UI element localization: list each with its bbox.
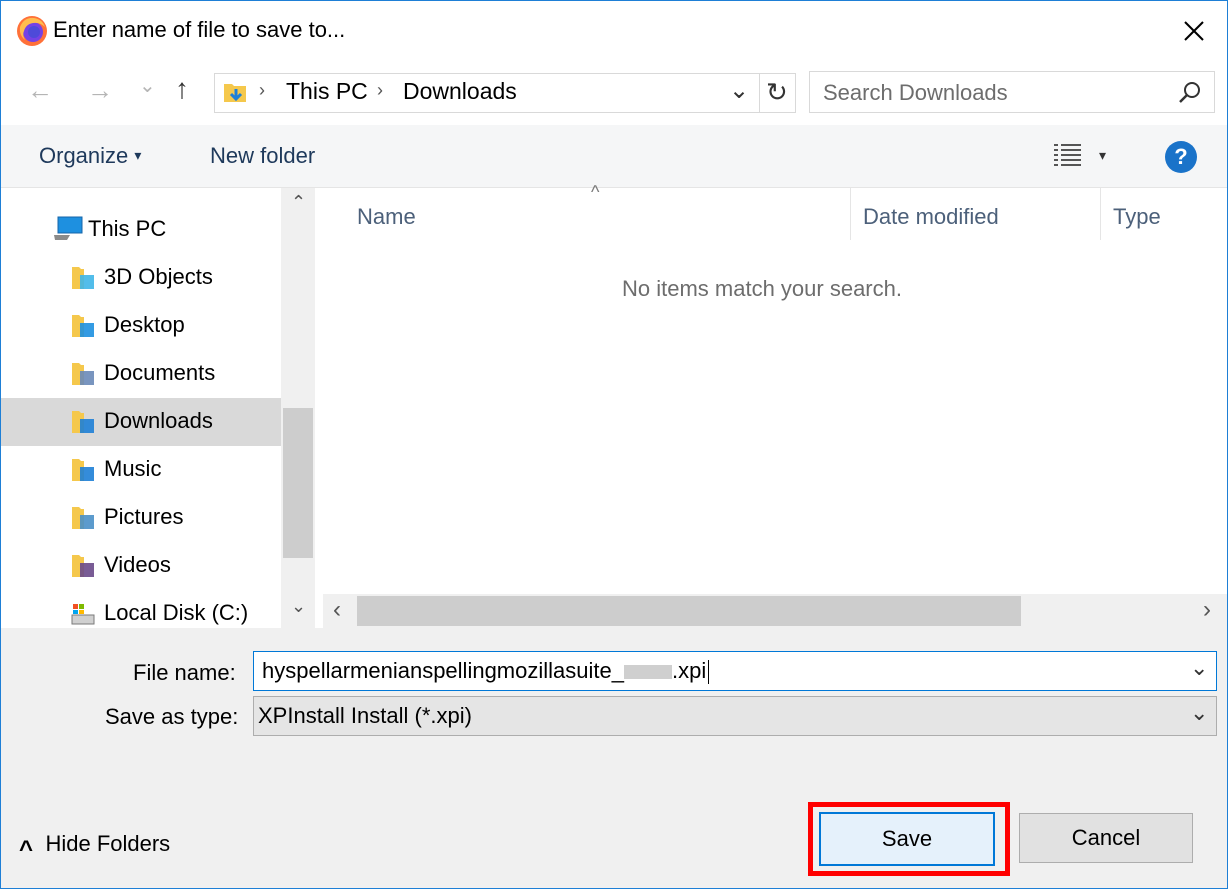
documents-folder-icon bbox=[72, 363, 94, 385]
sidebar-item-downloads[interactable]: Downloads bbox=[1, 398, 281, 446]
dialog-title: Enter name of file to save to... bbox=[53, 17, 346, 42]
scroll-right-icon[interactable]: › bbox=[1203, 596, 1211, 624]
address-bar[interactable]: › This PC › Downloads ⌄ ↻ bbox=[214, 73, 796, 113]
chevron-down-icon: ⌄ bbox=[139, 75, 156, 97]
downloads-folder-icon bbox=[224, 84, 246, 102]
sidebar-item-label: Local Disk (C:) bbox=[104, 600, 249, 625]
file-name-combobox[interactable]: hyspellarmenianspellingmozillasuite_ .xpi… bbox=[253, 651, 1217, 691]
scrollbar-thumb[interactable] bbox=[357, 596, 1021, 626]
recent-locations-button[interactable]: ⌄ bbox=[139, 73, 156, 98]
save-button[interactable]: Save bbox=[819, 812, 995, 866]
save-as-type-label: Save as type: bbox=[105, 704, 239, 729]
firefox-icon bbox=[17, 16, 47, 46]
divider bbox=[759, 74, 760, 112]
close-icon bbox=[1184, 21, 1204, 41]
scroll-left-icon[interactable]: ‹ bbox=[333, 596, 341, 624]
sidebar-item-local-disk-c[interactable]: Local Disk (C:) bbox=[1, 590, 281, 638]
cancel-button[interactable]: Cancel bbox=[1019, 813, 1193, 863]
save-as-type-value: XPInstall Install (*.xpi) bbox=[258, 703, 472, 728]
breadcrumb-separator-icon: › bbox=[377, 80, 383, 100]
search-input[interactable]: Search Downloads bbox=[823, 80, 1008, 106]
sidebar-item-documents[interactable]: Documents bbox=[1, 350, 281, 398]
sidebar-item-music[interactable]: Music bbox=[1, 446, 281, 494]
videos-folder-icon bbox=[72, 555, 94, 577]
forward-arrow-icon: → bbox=[87, 75, 113, 105]
chevron-up-icon: ^ bbox=[19, 836, 34, 863]
chevron-down-icon[interactable]: ⌄ bbox=[1190, 700, 1208, 726]
file-name-extension: .xpi bbox=[671, 658, 707, 683]
help-icon: ? bbox=[1174, 144, 1188, 169]
help-button[interactable]: ? bbox=[1165, 141, 1197, 173]
save-as-type-select[interactable]: XPInstall Install (*.xpi) ⌄ bbox=[253, 696, 1217, 736]
back-button[interactable]: ← bbox=[27, 75, 53, 106]
sidebar-item-label: Desktop bbox=[104, 312, 185, 337]
title-bar: Enter name of file to save to... bbox=[1, 1, 1227, 63]
file-list: ^ Name Date modified Type No items match… bbox=[317, 182, 1227, 628]
this-pc-icon bbox=[54, 216, 83, 240]
file-name-label: File name: bbox=[133, 660, 236, 685]
scroll-up-icon[interactable]: ⌃ bbox=[291, 192, 306, 213]
downloads-folder-icon bbox=[72, 411, 94, 433]
text-cursor bbox=[708, 660, 710, 685]
sidebar-item-label: Documents bbox=[104, 360, 216, 385]
chevron-down-icon[interactable]: ⌄ bbox=[1190, 655, 1208, 681]
save-file-dialog: Enter name of file to save to... ← → ⌄ ↑… bbox=[0, 0, 1228, 889]
nav-vertical-scrollbar[interactable]: ⌃ ⌄ bbox=[281, 188, 315, 628]
file-name-input[interactable]: hyspellarmenianspellingmozillasuite_ .xpi bbox=[262, 658, 710, 685]
sidebar-item-3d-objects[interactable]: 3D Objects bbox=[1, 254, 281, 302]
organize-menu[interactable]: Organize ▾ bbox=[39, 143, 141, 169]
column-header-date-modified[interactable]: Date modified bbox=[863, 204, 999, 230]
view-options-caret-icon[interactable]: ▾ bbox=[1099, 147, 1106, 164]
sidebar-item-label: Videos bbox=[104, 552, 171, 577]
hide-folders-button[interactable]: ^ Hide Folders bbox=[19, 830, 171, 863]
caret-down-icon: ▾ bbox=[134, 147, 142, 163]
sidebar-item-label: Downloads bbox=[104, 408, 213, 433]
empty-message: No items match your search. bbox=[622, 276, 902, 301]
desktop-folder-icon bbox=[72, 315, 94, 337]
music-folder-icon bbox=[72, 459, 94, 481]
local-disk-icon bbox=[71, 604, 95, 625]
column-header-type[interactable]: Type bbox=[1113, 204, 1161, 230]
new-folder-button[interactable]: New folder bbox=[210, 143, 315, 169]
up-button[interactable]: ↑ bbox=[175, 73, 189, 105]
scroll-down-icon[interactable]: ⌄ bbox=[291, 596, 306, 617]
sidebar-item-label: Pictures bbox=[104, 504, 184, 529]
sidebar-item-desktop[interactable]: Desktop bbox=[1, 302, 281, 350]
breadcrumb-separator-icon: › bbox=[259, 80, 265, 100]
forward-button[interactable]: → bbox=[87, 75, 113, 106]
pictures-folder-icon bbox=[72, 507, 94, 529]
sidebar-item-pictures[interactable]: Pictures bbox=[1, 494, 281, 542]
address-dropdown-icon[interactable]: ⌄ bbox=[729, 76, 749, 105]
nav-label: This PC bbox=[88, 216, 167, 241]
command-bar: Organize ▾ New folder ▾ ? bbox=[1, 125, 1227, 188]
redacted-text bbox=[623, 665, 672, 680]
close-button[interactable] bbox=[1171, 13, 1215, 49]
column-header-name[interactable]: Name bbox=[357, 204, 416, 230]
3d-objects-folder-icon bbox=[72, 267, 94, 289]
scrollbar-thumb[interactable] bbox=[283, 408, 313, 558]
file-list-horizontal-scrollbar[interactable]: ‹ › bbox=[323, 594, 1227, 628]
back-arrow-icon: ← bbox=[27, 75, 53, 105]
column-divider[interactable] bbox=[850, 188, 851, 240]
organize-label: Organize bbox=[39, 143, 129, 168]
sidebar-item-videos[interactable]: Videos bbox=[1, 542, 281, 590]
view-details-icon[interactable] bbox=[1054, 143, 1082, 167]
search-icon[interactable] bbox=[1178, 81, 1202, 105]
nav-item-this-pc[interactable]: This PC bbox=[1, 206, 281, 254]
search-box[interactable]: Search Downloads bbox=[809, 71, 1215, 113]
hide-folders-label: Hide Folders bbox=[45, 831, 171, 856]
refresh-icon[interactable]: ↻ bbox=[766, 77, 788, 108]
breadcrumb-this-pc[interactable]: This PC bbox=[286, 78, 368, 105]
file-name-value: hyspellarmenianspellingmozillasuite_ bbox=[262, 658, 624, 683]
up-arrow-icon: ↑ bbox=[175, 73, 189, 104]
breadcrumb-downloads[interactable]: Downloads bbox=[403, 78, 517, 105]
sort-ascending-icon: ^ bbox=[591, 182, 600, 202]
sidebar-item-label: 3D Objects bbox=[104, 264, 213, 289]
column-divider[interactable] bbox=[1100, 188, 1101, 240]
sidebar-item-label: Music bbox=[104, 456, 162, 481]
